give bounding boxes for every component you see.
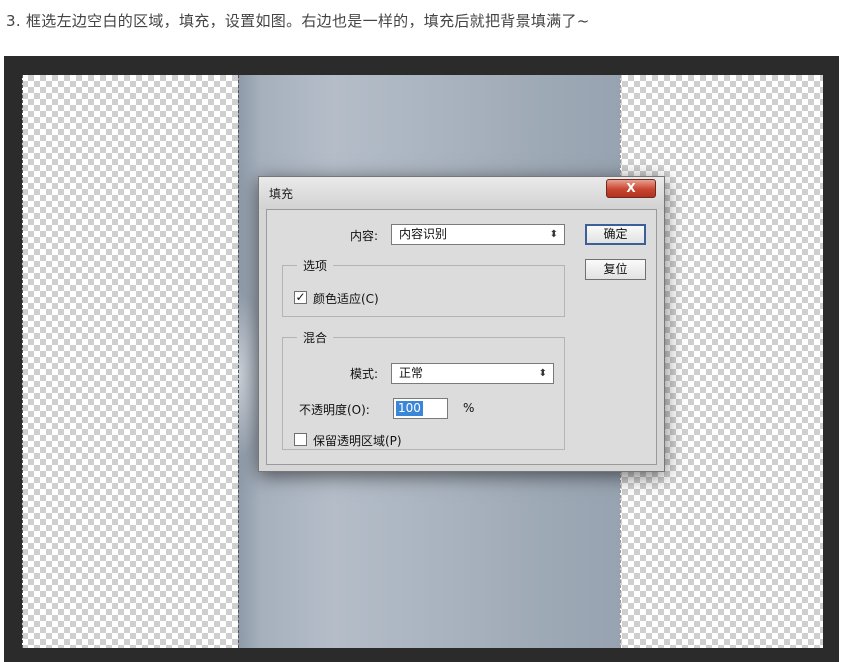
blend-group-title: 混合 [297, 329, 334, 346]
dialog-title: 填充 [269, 187, 294, 201]
color-adapt-label: 颜色适应(C) [313, 292, 379, 306]
content-select-value: 内容识别 [399, 227, 448, 241]
reset-button[interactable]: 复位 [585, 259, 646, 280]
selection-marquee-left-edge [22, 75, 23, 648]
fill-dialog: 填充 X 内容: 内容识别 ⬍ 确定 复位 选项 ✓ 颜色适应(C) 混合 模式… [258, 176, 665, 472]
close-icon: X [626, 181, 636, 195]
ok-button[interactable]: 确定 [585, 224, 646, 245]
dialog-titlebar[interactable]: 填充 X [259, 177, 664, 209]
content-label: 内容: [350, 229, 379, 243]
select-arrow-icon: ⬍ [538, 368, 547, 379]
opacity-label: 不透明度(O): [299, 403, 370, 417]
opacity-value: 100 [396, 401, 423, 416]
mode-label: 模式: [350, 367, 379, 381]
mode-select-value: 正常 [399, 366, 424, 380]
preserve-transparency-checkbox[interactable] [294, 433, 307, 446]
mode-select[interactable]: 正常 ⬍ [391, 363, 554, 384]
opacity-unit: % [463, 401, 475, 415]
checkmark-icon: ✓ [295, 290, 306, 304]
dialog-body: 内容: 内容识别 ⬍ 确定 复位 选项 ✓ 颜色适应(C) 混合 模式: 正常 … [266, 209, 657, 465]
selection-marquee-right-edge [238, 75, 239, 648]
opacity-input[interactable]: 100 [393, 398, 448, 419]
close-button[interactable]: X [606, 179, 656, 198]
preserve-transparency-label: 保留透明区域(P) [313, 434, 402, 448]
blend-group: 混合 模式: 正常 ⬍ 不透明度(O): 100 % 保留透明区域(P) [282, 329, 565, 450]
options-group: 选项 ✓ 颜色适应(C) [282, 257, 565, 317]
content-select[interactable]: 内容识别 ⬍ [391, 224, 565, 245]
tutorial-caption: 3. 框选左边空白的区域，填充，设置如图。右边也是一样的，填充后就把背景填满了~ [6, 12, 590, 30]
options-group-title: 选项 [297, 257, 334, 274]
color-adapt-checkbox[interactable]: ✓ [294, 291, 307, 304]
select-arrow-icon: ⬍ [549, 229, 558, 240]
